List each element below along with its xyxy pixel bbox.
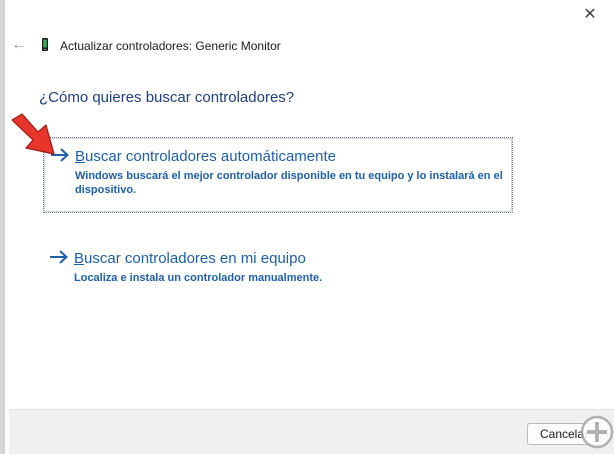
option-title-rest: uscar controladores automáticamente bbox=[85, 148, 336, 165]
option-title: Buscar controladores automáticamente bbox=[75, 148, 336, 165]
dialog-footer: Cancelar bbox=[9, 409, 614, 454]
monitor-icon bbox=[42, 38, 48, 51]
update-drivers-dialog: ✕ ← Actualizar controladores: Generic Mo… bbox=[4, 0, 614, 454]
option-title-rest: uscar controladores en mi equipo bbox=[84, 250, 306, 267]
dialog-title: Actualizar controladores: Generic Monito… bbox=[60, 39, 281, 53]
solvetic-logo-icon bbox=[580, 415, 614, 449]
access-key-letter: B bbox=[75, 148, 86, 165]
option-description: Windows buscará el mejor controlador dis… bbox=[75, 170, 503, 196]
option-title: Buscar controladores en mi equipo bbox=[74, 250, 306, 267]
back-button[interactable]: ← bbox=[9, 36, 29, 54]
option-description: Localiza e instala un controlador manual… bbox=[74, 272, 323, 284]
page-heading: ¿Cómo quieres buscar controladores? bbox=[39, 89, 295, 106]
close-icon: ✕ bbox=[583, 6, 597, 23]
access-key-letter: B bbox=[74, 250, 85, 267]
red-pointer-arrow-icon bbox=[11, 113, 55, 155]
close-button[interactable]: ✕ bbox=[580, 4, 600, 24]
arrow-left-icon: ← bbox=[11, 36, 27, 53]
arrow-right-icon bbox=[50, 250, 68, 264]
browse-my-computer-option[interactable]: Buscar controladores en mi equipo Locali… bbox=[43, 245, 513, 289]
search-automatically-option[interactable]: Buscar controladores automáticamente Win… bbox=[43, 137, 513, 213]
